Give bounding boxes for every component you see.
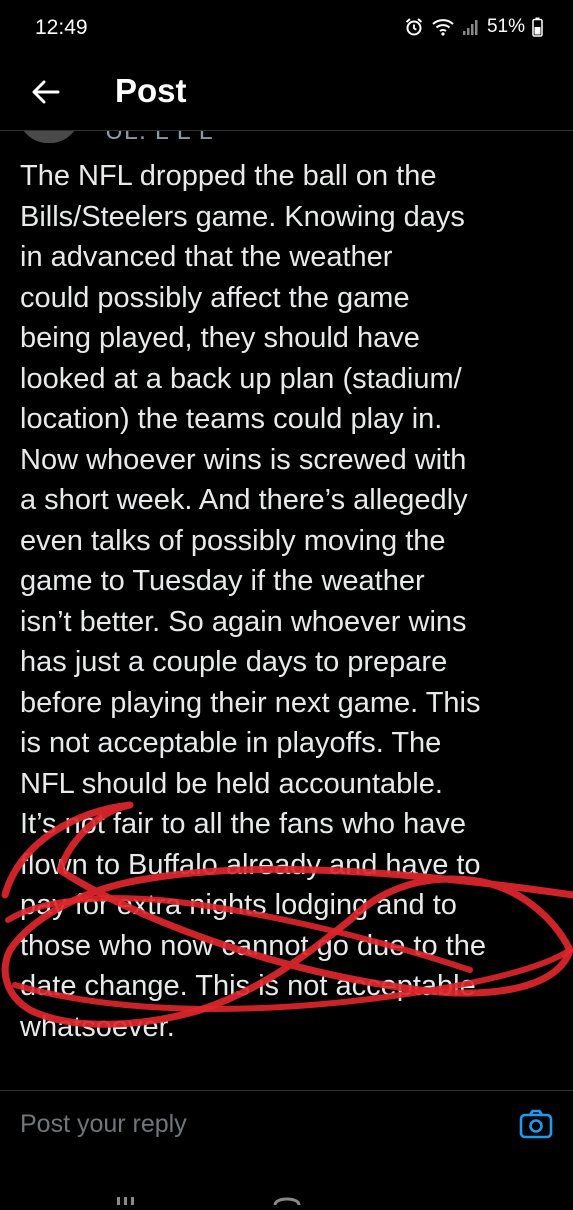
status-bar: 12:49 51% (0, 0, 573, 58)
reply-divider (0, 1090, 573, 1091)
battery-icon (532, 17, 543, 37)
header: Post (0, 58, 573, 130)
camera-icon[interactable] (517, 1106, 555, 1144)
post-area: UL. L L L The NFL dropped the ball on th… (0, 131, 573, 1071)
reply-input[interactable]: Post your reply (20, 1110, 187, 1139)
arrow-left-icon[interactable] (28, 74, 64, 110)
wifi-icon (431, 17, 455, 37)
alarm-icon (404, 17, 424, 37)
avatar[interactable] (18, 131, 80, 143)
page-title: Post (115, 72, 187, 109)
status-icons: 51% (404, 16, 543, 38)
signal-icon (462, 18, 480, 36)
username[interactable]: UL. L L L (105, 131, 214, 146)
home-icon[interactable] (272, 1192, 302, 1206)
recents-icon[interactable] (115, 1192, 135, 1205)
system-nav-bar (0, 1170, 573, 1206)
status-time: 12:49 (35, 16, 88, 39)
battery-text: 51% (486, 16, 525, 37)
reply-bar: Post your reply (0, 1100, 573, 1156)
post-text: The NFL dropped the ball on the Bills/St… (20, 160, 486, 1043)
